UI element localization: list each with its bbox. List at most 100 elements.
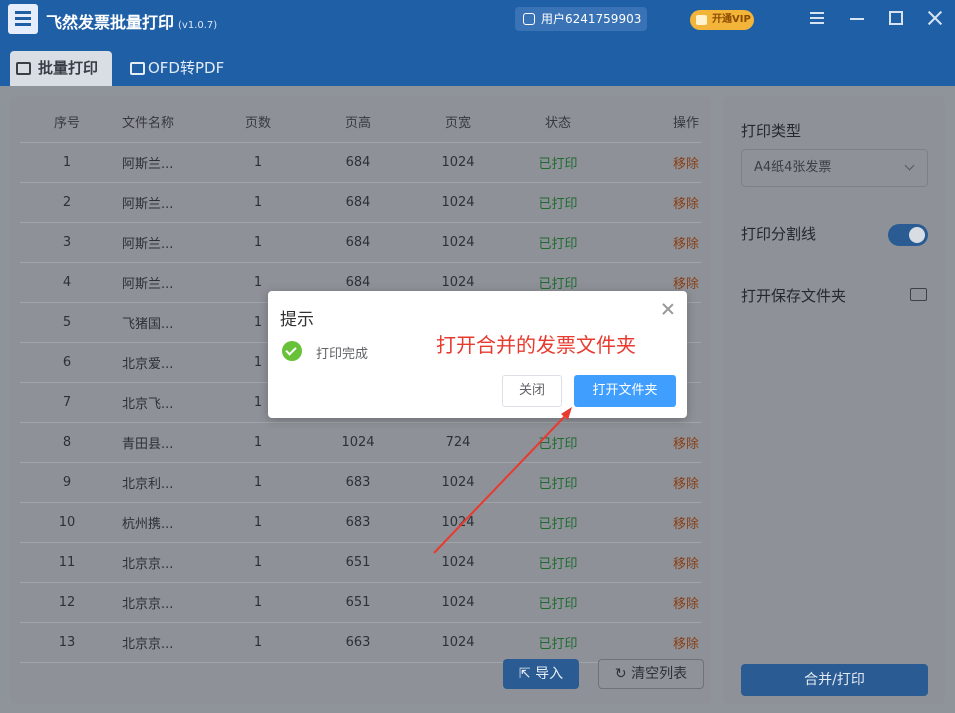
table-row: 11 北京京... 1 651 1024 已打印 移除 [20, 542, 701, 583]
cell-width: 1024 [426, 142, 490, 183]
col-header-name: 文件名称 [114, 102, 226, 143]
cell-name: 北京京... [114, 542, 226, 583]
app-version: (v1.0.7) [178, 20, 218, 31]
cell-width: 1024 [426, 582, 490, 623]
tab-ofd-to-pdf[interactable]: OFD转PDF [124, 51, 234, 86]
cell-pages: 1 [226, 462, 290, 503]
dialog-title: 提示 [280, 310, 314, 330]
cell-name: 阿斯兰... [114, 142, 226, 183]
remove-link[interactable]: 移除 [626, 182, 701, 223]
cell-width: 1024 [426, 462, 490, 503]
remove-link[interactable]: 移除 [626, 462, 701, 503]
dialog-message: 打印完成 [316, 347, 369, 362]
cell-no: 2 [20, 182, 114, 223]
cell-status: 已打印 [490, 582, 626, 623]
remove-link[interactable]: 移除 [626, 502, 701, 543]
split-line-toggle[interactable] [888, 224, 928, 246]
dialog-close-icon[interactable] [660, 301, 676, 317]
cell-height: 684 [290, 182, 426, 223]
settings-panel: 打印类型 A4纸4张发票 打印分割线 打开保存文件夹 合并/打印 [723, 96, 945, 704]
crown-icon [696, 15, 707, 25]
cell-no: 7 [20, 382, 114, 423]
cell-pages: 1 [226, 142, 290, 183]
vip-button[interactable]: 开通VIP [690, 10, 754, 30]
toggle-knob [909, 227, 925, 243]
cell-height: 663 [290, 622, 426, 663]
cell-status: 已打印 [490, 462, 626, 503]
menu-icon[interactable] [805, 6, 829, 30]
clear-list-button[interactable]: ↻ 清空列表 [598, 659, 704, 689]
cell-name: 北京京... [114, 622, 226, 663]
folder-icon[interactable] [910, 288, 927, 301]
cell-pages: 1 [226, 422, 290, 463]
vip-label: 开通VIP [712, 14, 751, 25]
cell-no: 3 [20, 222, 114, 263]
cell-pages: 1 [226, 542, 290, 583]
cell-width: 1024 [426, 182, 490, 223]
cell-name: 阿斯兰... [114, 182, 226, 223]
cell-width: 1024 [426, 622, 490, 663]
cell-height: 651 [290, 582, 426, 623]
cell-status: 已打印 [490, 422, 626, 463]
table-row: 12 北京京... 1 651 1024 已打印 移除 [20, 582, 701, 623]
table-row: 8 青田县... 1 1024 724 已打印 移除 [20, 422, 701, 463]
merge-print-button[interactable]: 合并/打印 [741, 664, 928, 696]
cell-height: 1024 [290, 422, 426, 463]
import-button[interactable]: ⇱ 导入 [503, 659, 579, 689]
app-logo-icon [8, 4, 38, 34]
refresh-icon: ↻ [614, 666, 627, 682]
close-icon[interactable] [923, 6, 947, 30]
cell-height: 683 [290, 502, 426, 543]
cell-no: 1 [20, 142, 114, 183]
maximize-icon[interactable] [884, 6, 908, 30]
remove-link[interactable]: 移除 [626, 622, 701, 663]
cell-name: 北京京... [114, 582, 226, 623]
cell-pages: 1 [226, 622, 290, 663]
cell-status: 已打印 [490, 622, 626, 663]
cell-no: 9 [20, 462, 114, 503]
remove-link[interactable]: 移除 [626, 142, 701, 183]
cell-pages: 1 [226, 502, 290, 543]
title-bar: 飞然发票批量打印 (v1.0.7) 用户6241759903 开通VIP [0, 0, 955, 38]
print-type-select[interactable]: A4纸4张发票 [741, 149, 928, 187]
print-type-value: A4纸4张发票 [754, 160, 832, 175]
success-icon [282, 341, 302, 361]
remove-link[interactable]: 移除 [626, 542, 701, 583]
cell-width: 724 [426, 422, 490, 463]
import-icon: ⇱ [518, 666, 531, 682]
cell-status: 已打印 [490, 542, 626, 583]
app-title-text: 飞然发票批量打印 [46, 13, 175, 32]
user-account-button[interactable]: 用户6241759903 [515, 7, 647, 31]
col-header-status: 状态 [490, 102, 626, 143]
col-header-action: 操作 [626, 102, 701, 143]
user-icon [523, 13, 535, 25]
remove-link[interactable]: 移除 [626, 222, 701, 263]
remove-link[interactable]: 移除 [626, 422, 701, 463]
cell-no: 10 [20, 502, 114, 543]
cell-name: 杭州携... [114, 502, 226, 543]
tab-batch-print[interactable]: 批量打印 [10, 51, 112, 86]
cell-width: 1024 [426, 222, 490, 263]
col-header-no: 序号 [20, 102, 114, 143]
cell-width: 1024 [426, 502, 490, 543]
split-line-label: 打印分割线 [741, 225, 817, 243]
col-header-width: 页宽 [426, 102, 490, 143]
cell-width: 1024 [426, 542, 490, 583]
chevron-down-icon [904, 160, 915, 171]
cell-name: 飞猪国... [114, 302, 226, 343]
remove-link[interactable]: 移除 [626, 582, 701, 623]
cell-pages: 1 [226, 222, 290, 263]
document-icon [130, 62, 145, 75]
cell-name: 阿斯兰... [114, 222, 226, 263]
cell-name: 北京飞... [114, 382, 226, 423]
cell-name: 青田县... [114, 422, 226, 463]
app-title: 飞然发票批量打印 (v1.0.7) [46, 9, 217, 33]
minimize-icon[interactable] [845, 6, 869, 30]
dialog-close-button[interactable]: 关闭 [502, 375, 562, 407]
cell-name: 北京爱... [114, 342, 226, 383]
cell-no: 4 [20, 262, 114, 303]
table-row: 2 阿斯兰... 1 684 1024 已打印 移除 [20, 182, 701, 223]
open-folder-button[interactable]: 打开文件夹 [574, 375, 676, 407]
cell-no: 11 [20, 542, 114, 583]
table-row: 10 杭州携... 1 683 1024 已打印 移除 [20, 502, 701, 543]
